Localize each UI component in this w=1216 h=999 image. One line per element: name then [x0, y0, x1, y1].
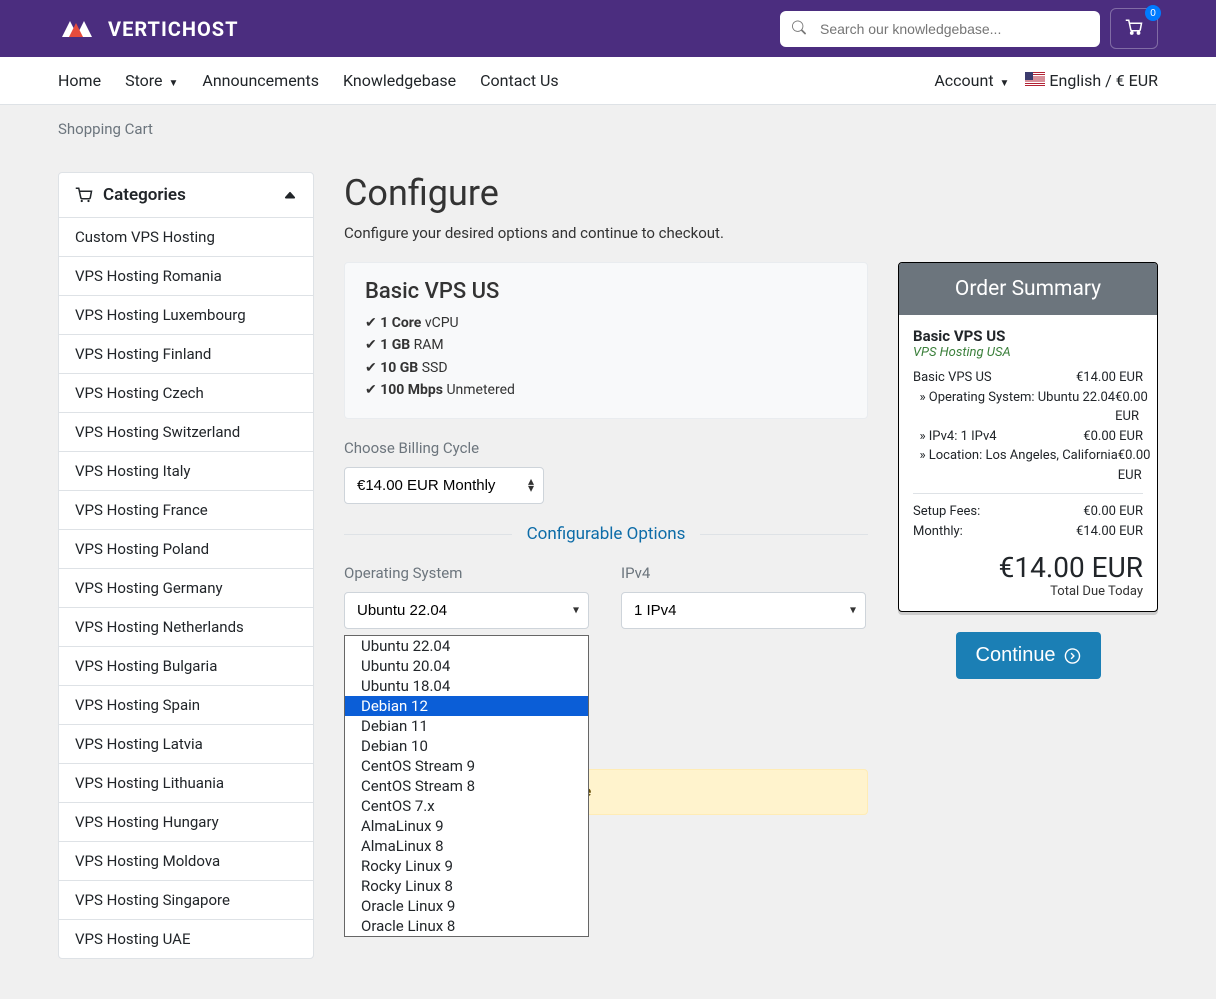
nav-contact[interactable]: Contact Us — [480, 71, 559, 90]
os-option[interactable]: Debian 12 — [345, 696, 588, 716]
nav-store[interactable]: Store ▼ — [125, 71, 178, 90]
category-item[interactable]: VPS Hosting Hungary — [59, 802, 313, 841]
category-item[interactable]: VPS Hosting UAE — [59, 919, 313, 958]
os-dropdown-list: Ubuntu 22.04Ubuntu 20.04Ubuntu 18.04Debi… — [344, 635, 589, 937]
billing-label: Choose Billing Cycle — [344, 439, 868, 457]
os-option[interactable]: Debian 11 — [345, 716, 588, 736]
nav-announcements[interactable]: Announcements — [202, 71, 319, 90]
breadcrumb[interactable]: Shopping Cart — [58, 120, 153, 138]
category-item[interactable]: VPS Hosting Bulgaria — [59, 646, 313, 685]
configurable-options-heading: Configurable Options — [344, 524, 868, 544]
logo-icon — [58, 17, 106, 41]
category-item[interactable]: VPS Hosting Singapore — [59, 880, 313, 919]
category-item[interactable]: VPS Hosting Czech — [59, 373, 313, 412]
os-option[interactable]: Ubuntu 20.04 — [345, 656, 588, 676]
monthly-value: €14.00 EUR — [1076, 522, 1143, 542]
order-summary-title: Order Summary — [899, 263, 1157, 315]
nav-home[interactable]: Home — [58, 71, 101, 90]
spec-item: 10 GB SSD — [365, 357, 847, 379]
nav-account[interactable]: Account ▼ — [934, 71, 1009, 90]
brand-logo[interactable]: VERTICHOST — [58, 17, 239, 41]
spec-item: 1 Core vCPU — [365, 312, 847, 334]
setup-fees-label: Setup Fees: — [913, 502, 980, 522]
os-option[interactable]: AlmaLinux 8 — [345, 836, 588, 856]
category-item[interactable]: VPS Hosting Finland — [59, 334, 313, 373]
billing-cycle-select[interactable]: €14.00 EUR Monthly — [344, 467, 544, 504]
order-line: » IPv4: 1 IPv4€0.00 EUR — [913, 427, 1143, 447]
os-option[interactable]: CentOS Stream 8 — [345, 776, 588, 796]
nav-language[interactable]: English / € EUR — [1025, 71, 1158, 90]
os-option[interactable]: Rocky Linux 8 — [345, 876, 588, 896]
cart-icon — [75, 187, 93, 203]
category-item[interactable]: VPS Hosting Italy — [59, 451, 313, 490]
order-line: » Operating System: Ubuntu 22.04€0.00 EU… — [913, 388, 1143, 427]
category-item[interactable]: VPS Hosting Switzerland — [59, 412, 313, 451]
order-total: €14.00 EUR — [913, 551, 1143, 584]
product-config-box: Basic VPS US 1 Core vCPU1 GB RAM10 GB SS… — [344, 262, 868, 419]
os-option[interactable]: Rocky Linux 9 — [345, 856, 588, 876]
order-product-name: Basic VPS US — [913, 327, 1143, 345]
cart-badge: 0 — [1145, 5, 1161, 21]
category-item[interactable]: VPS Hosting Luxembourg — [59, 295, 313, 334]
ipv4-label: IPv4 — [621, 564, 868, 582]
category-item[interactable]: VPS Hosting Romania — [59, 256, 313, 295]
category-item[interactable]: Custom VPS Hosting — [59, 217, 313, 256]
caret-down-icon: ▼ — [1000, 78, 1010, 89]
brand-text: VERTICHOST — [108, 17, 239, 41]
os-option[interactable]: CentOS Stream 9 — [345, 756, 588, 776]
order-line: » Location: Los Angeles, California€0.00… — [913, 446, 1143, 485]
category-item[interactable]: VPS Hosting Spain — [59, 685, 313, 724]
order-line: Basic VPS US€14.00 EUR — [913, 368, 1143, 388]
nav-knowledgebase[interactable]: Knowledgebase — [343, 71, 456, 90]
search-input[interactable] — [780, 11, 1100, 47]
cart-icon — [1125, 19, 1143, 35]
order-product-sub: VPS Hosting USA — [913, 345, 1143, 360]
sidebar-categories-toggle[interactable]: Categories — [59, 173, 313, 217]
flag-us-icon — [1025, 72, 1045, 86]
spec-item: 1 GB RAM — [365, 334, 847, 356]
category-item[interactable]: VPS Hosting Netherlands — [59, 607, 313, 646]
category-item[interactable]: VPS Hosting Latvia — [59, 724, 313, 763]
sidebar-header-text: Categories — [103, 185, 186, 205]
os-option[interactable]: Debian 10 — [345, 736, 588, 756]
caret-down-icon: ▼ — [169, 78, 179, 89]
order-total-label: Total Due Today — [913, 584, 1143, 599]
category-item[interactable]: VPS Hosting Moldova — [59, 841, 313, 880]
os-option[interactable]: AlmaLinux 9 — [345, 816, 588, 836]
setup-fees-value: €0.00 EUR — [1083, 502, 1143, 522]
spec-item: 100 Mbps Unmetered — [365, 379, 847, 401]
cart-button[interactable]: 0 — [1110, 8, 1158, 49]
arrow-right-circle-icon — [1064, 646, 1081, 666]
continue-button[interactable]: Continue — [956, 632, 1101, 679]
chevron-up-icon — [283, 188, 297, 202]
monthly-label: Monthly: — [913, 522, 963, 542]
os-option[interactable]: CentOS 7.x — [345, 796, 588, 816]
category-item[interactable]: VPS Hosting Germany — [59, 568, 313, 607]
category-item[interactable]: VPS Hosting France — [59, 490, 313, 529]
os-option[interactable]: Oracle Linux 8 — [345, 916, 588, 936]
os-option[interactable]: Ubuntu 18.04 — [345, 676, 588, 696]
page-title: Configure — [344, 172, 1158, 214]
os-option[interactable]: Oracle Linux 9 — [345, 896, 588, 916]
os-label: Operating System — [344, 564, 591, 582]
os-option[interactable]: Ubuntu 22.04 — [345, 636, 588, 656]
category-item[interactable]: VPS Hosting Poland — [59, 529, 313, 568]
ipv4-select[interactable]: 1 IPv4 — [621, 592, 866, 629]
product-name: Basic VPS US — [365, 279, 847, 304]
os-select[interactable]: Ubuntu 22.04 — [344, 592, 589, 629]
search-icon — [792, 19, 806, 38]
category-item[interactable]: VPS Hosting Lithuania — [59, 763, 313, 802]
order-summary-card: Order Summary Basic VPS US VPS Hosting U… — [898, 262, 1158, 612]
page-subtitle: Configure your desired options and conti… — [344, 224, 1158, 242]
